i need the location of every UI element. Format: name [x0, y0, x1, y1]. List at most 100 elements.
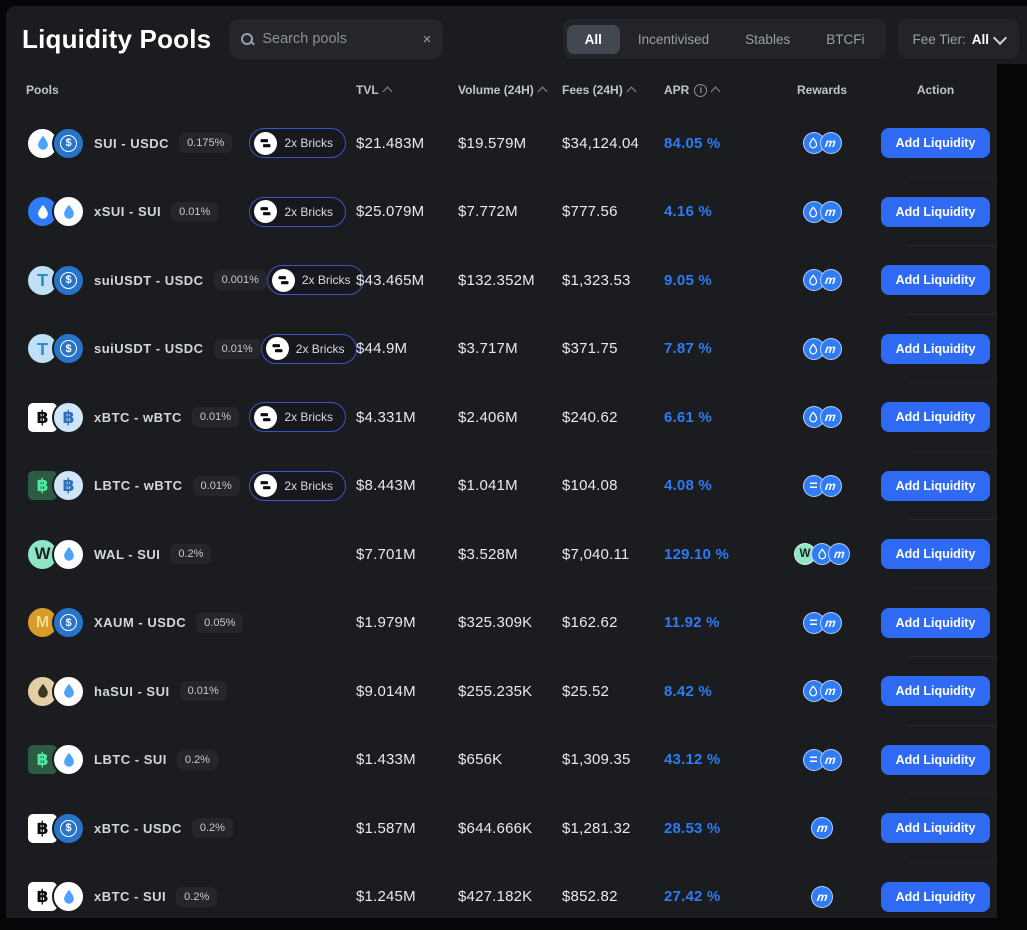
pool-row[interactable]: T$ suiUSDT - USDC 0.01% 2x Bricks $44.9M…: [6, 315, 1027, 384]
fees-value: $34,124.04: [562, 135, 664, 152]
add-liquidity-button[interactable]: Add Liquidity: [881, 676, 991, 706]
right-edge: [997, 64, 1027, 918]
sort-asc-icon[interactable]: [711, 87, 721, 97]
column-fees[interactable]: Fees (24H): [562, 83, 664, 97]
pool-pair-name: XAUM - USDC: [94, 615, 186, 630]
usdc-token-icon: $: [52, 812, 85, 845]
rewards-cell: m: [772, 406, 872, 428]
volume-value: $3.717M: [458, 340, 562, 357]
volume-value: $132.352M: [458, 272, 562, 289]
pool-pair-name: xBTC - SUI: [94, 889, 166, 904]
token-pair-icons: $: [26, 127, 85, 160]
fees-value: $852.82: [562, 888, 664, 905]
tvl-value: $8.443M: [356, 477, 458, 494]
add-liquidity-button[interactable]: Add Liquidity: [881, 334, 991, 364]
action-cell: Add Liquidity: [872, 676, 999, 706]
sui-token-icon: [52, 743, 85, 776]
token-pair-icons: T$: [26, 332, 85, 365]
tvl-value: $25.079M: [356, 203, 458, 220]
apr-value: 8.42 %: [664, 683, 772, 700]
fee-tier-badge: 0.2%: [192, 818, 233, 838]
pool-cell: ฿ LBTC - SUI 0.2%: [26, 743, 356, 776]
apr-value: 28.53 %: [664, 820, 772, 837]
pool-cell: ฿฿ LBTC - wBTC 0.01% 2x Bricks: [26, 469, 356, 502]
tab-btcfi[interactable]: BTCFi: [808, 25, 882, 54]
add-liquidity-button[interactable]: Add Liquidity: [881, 471, 991, 501]
add-liquidity-button[interactable]: Add Liquidity: [881, 402, 991, 432]
momentum-reward-icon: m: [820, 132, 842, 154]
wbtc-token-icon: ฿: [52, 401, 85, 434]
fee-tier-badge: 0.175%: [179, 133, 232, 153]
pool-cell: ฿ xBTC - SUI 0.2%: [26, 880, 356, 913]
column-volume[interactable]: Volume (24H): [458, 83, 562, 97]
momentum-reward-icon: m: [820, 749, 842, 771]
token-pair-icons: W: [26, 538, 85, 571]
momentum-reward-icon: m: [820, 269, 842, 291]
tab-stables[interactable]: Stables: [727, 25, 808, 54]
fee-tier-badge: 0.2%: [177, 750, 218, 770]
search-input[interactable]: Search pools ×: [229, 19, 443, 59]
add-liquidity-button[interactable]: Add Liquidity: [881, 128, 991, 158]
pool-row[interactable]: $ SUI - USDC 0.175% 2x Bricks $21.483M $…: [6, 109, 1027, 178]
add-liquidity-button[interactable]: Add Liquidity: [881, 608, 991, 638]
volume-value: $19.579M: [458, 135, 562, 152]
add-liquidity-button[interactable]: Add Liquidity: [881, 745, 991, 775]
sort-asc-icon[interactable]: [382, 87, 392, 97]
apr-value: 7.87 %: [664, 340, 772, 357]
bricks-badge: 2x Bricks: [249, 197, 346, 227]
pool-pair-name: suiUSDT - USDC: [94, 341, 204, 356]
token-pair-icons: [26, 675, 85, 708]
pool-row[interactable]: ฿ LBTC - SUI 0.2% $1.433M $656K $1,309.3…: [6, 726, 1027, 795]
pool-row[interactable]: W WAL - SUI 0.2% $7.701M $3.528M $7,040.…: [6, 520, 1027, 589]
volume-value: $1.041M: [458, 477, 562, 494]
fee-tier-value: All: [972, 32, 989, 47]
pool-row[interactable]: T$ suiUSDT - USDC 0.001% 2x Bricks $43.4…: [6, 246, 1027, 315]
apr-value: 27.42 %: [664, 888, 772, 905]
pool-cell: $ SUI - USDC 0.175% 2x Bricks: [26, 127, 356, 160]
pool-row[interactable]: haSUI - SUI 0.01% $9.014M $255.235K $25.…: [6, 657, 1027, 726]
add-liquidity-button[interactable]: Add Liquidity: [881, 197, 991, 227]
fee-tier-badge: 0.2%: [176, 887, 217, 907]
apr-value: 6.61 %: [664, 409, 772, 426]
add-liquidity-button[interactable]: Add Liquidity: [881, 539, 991, 569]
add-liquidity-button[interactable]: Add Liquidity: [881, 813, 991, 843]
tab-incentivised[interactable]: Incentivised: [620, 25, 727, 54]
add-liquidity-button[interactable]: Add Liquidity: [881, 882, 991, 912]
sort-asc-icon[interactable]: [537, 87, 547, 97]
sui-token-icon: [52, 195, 85, 228]
filter-tabs: AllIncentivisedStablesBTCFi: [563, 19, 887, 59]
action-cell: Add Liquidity: [872, 539, 999, 569]
pool-row[interactable]: ฿฿ xBTC - wBTC 0.01% 2x Bricks $4.331M $…: [6, 383, 1027, 452]
token-pair-icons: [26, 195, 85, 228]
pool-cell: T$ suiUSDT - USDC 0.001% 2x Bricks: [26, 264, 356, 297]
pool-row[interactable]: ฿$ xBTC - USDC 0.2% $1.587M $644.666K $1…: [6, 794, 1027, 863]
rewards-cell: m: [772, 132, 872, 154]
pool-cell: W WAL - SUI 0.2%: [26, 538, 356, 571]
pool-row[interactable]: xSUI - SUI 0.01% 2x Bricks $25.079M $7.7…: [6, 178, 1027, 247]
bricks-icon: [254, 474, 277, 497]
tvl-value: $7.701M: [356, 546, 458, 563]
rewards-cell: =m: [772, 475, 872, 497]
rewards-cell: m: [772, 269, 872, 291]
action-cell: Add Liquidity: [872, 334, 999, 364]
tab-all[interactable]: All: [567, 25, 620, 54]
bricks-icon: [254, 200, 277, 223]
column-apr[interactable]: APRi: [664, 83, 772, 97]
pool-row[interactable]: M$ XAUM - USDC 0.05% $1.979M $325.309K $…: [6, 589, 1027, 658]
info-icon[interactable]: i: [694, 84, 707, 97]
momentum-reward-icon: m: [811, 886, 833, 908]
fee-tier-dropdown[interactable]: Fee Tier: All: [898, 19, 1019, 59]
pool-pair-name: LBTC - wBTC: [94, 478, 183, 493]
action-cell: Add Liquidity: [872, 608, 999, 638]
sort-asc-icon[interactable]: [626, 87, 636, 97]
pool-row[interactable]: ฿฿ LBTC - wBTC 0.01% 2x Bricks $8.443M $…: [6, 452, 1027, 521]
pool-cell: ฿฿ xBTC - wBTC 0.01% 2x Bricks: [26, 401, 356, 434]
pool-row[interactable]: ฿ xBTC - SUI 0.2% $1.245M $427.182K $852…: [6, 863, 1027, 919]
volume-value: $325.309K: [458, 614, 562, 631]
add-liquidity-button[interactable]: Add Liquidity: [881, 265, 991, 295]
bricks-badge: 2x Bricks: [261, 334, 358, 364]
clear-search-icon[interactable]: ×: [423, 31, 432, 48]
tvl-value: $44.9M: [356, 340, 458, 357]
apr-value: 129.10 %: [664, 546, 772, 563]
column-tvl[interactable]: TVL: [356, 83, 458, 97]
